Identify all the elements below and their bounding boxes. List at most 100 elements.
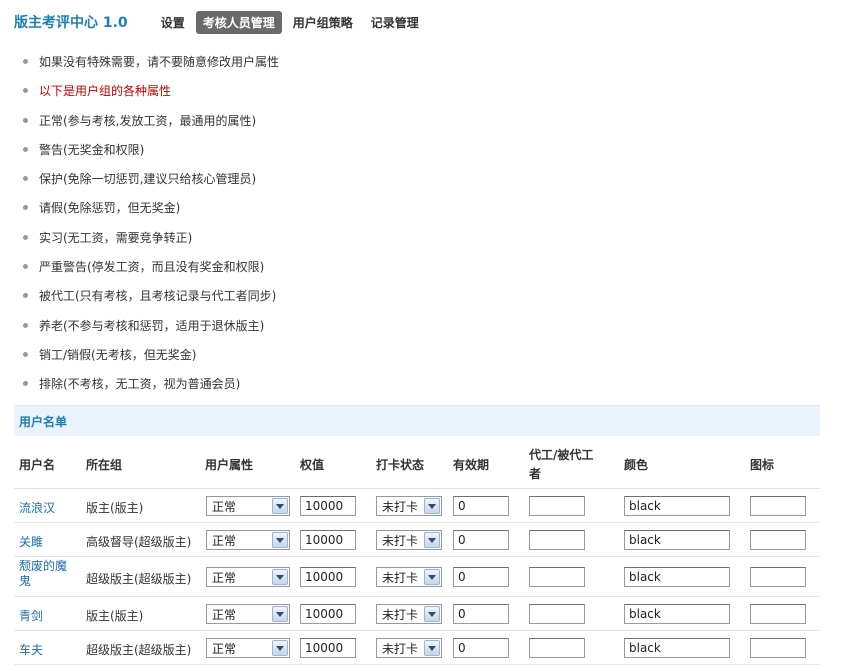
chevron-down-icon: [272, 606, 288, 622]
col-weight: 权值: [300, 458, 325, 472]
icon-input[interactable]: [750, 604, 806, 624]
weight-input[interactable]: 10000: [300, 567, 356, 587]
validity-input[interactable]: 0: [453, 604, 509, 624]
attribute-select[interactable]: 正常: [206, 604, 290, 624]
col-validity: 有效期: [453, 458, 490, 472]
attribute-value: 正常: [212, 533, 237, 548]
username-link[interactable]: 关雎: [19, 533, 43, 550]
nav-member-management[interactable]: 考核人员管理: [195, 10, 282, 34]
username-link[interactable]: 流浪汉: [19, 499, 55, 516]
group-name: 超级版主(超级版主): [86, 572, 192, 586]
bullet-icon: [23, 234, 28, 240]
checkin-select[interactable]: 未打卡: [376, 530, 442, 550]
note-item: 排除(不考核，无工资，视为普通会员): [23, 375, 279, 404]
note-item: 如果没有特殊需要，请不要随意修改用户属性: [23, 53, 279, 82]
attribute-value: 正常: [212, 607, 237, 622]
user-list-section-header: 用户名单: [14, 405, 820, 436]
note-item: 正常(参与考核,发放工资，最通用的属性): [23, 112, 279, 141]
checkin-select[interactable]: 未打卡: [376, 567, 442, 587]
bullet-icon: [23, 59, 28, 64]
icon-input[interactable]: [750, 530, 806, 550]
checkin-value: 未打卡: [382, 570, 419, 585]
substitute-input[interactable]: [529, 530, 585, 550]
col-color: 颜色: [624, 458, 649, 472]
attribute-select[interactable]: 正常: [206, 567, 290, 587]
checkin-value: 未打卡: [382, 533, 419, 548]
notes-list: 如果没有特殊需要，请不要随意修改用户属性 以下是用户组的各种属性 正常(参与考核…: [23, 53, 279, 405]
note-item: 销工/销假(无考核，但无奖金): [23, 346, 279, 375]
group-name: 版主(版主): [86, 609, 144, 623]
weight-input[interactable]: 10000: [300, 530, 356, 550]
weight-input[interactable]: 10000: [300, 496, 356, 516]
validity-input[interactable]: 0: [453, 530, 509, 550]
col-substitute-wrap: 者: [529, 467, 542, 481]
chevron-down-icon: [424, 532, 440, 548]
attribute-select[interactable]: 正常: [206, 530, 290, 550]
col-checkin: 打卡状态: [376, 458, 425, 472]
color-input[interactable]: black: [624, 604, 730, 624]
col-group: 所在组: [86, 458, 123, 472]
note-item: 请假(免除惩罚，但无奖金): [23, 199, 279, 228]
nav-settings[interactable]: 设置: [154, 11, 192, 34]
color-input[interactable]: black: [624, 496, 730, 516]
icon-input[interactable]: [750, 496, 806, 516]
chevron-down-icon: [424, 569, 440, 585]
attribute-select[interactable]: 正常: [206, 638, 290, 658]
checkin-value: 未打卡: [382, 607, 419, 622]
substitute-input[interactable]: [529, 638, 585, 658]
table-row: 关雎 高级督导(超级版主) 正常 10000 未打卡 0 black: [14, 523, 820, 557]
chevron-down-icon: [272, 640, 288, 656]
note-item: 被代工(只有考核，且考核记录与代工者同步): [23, 287, 279, 316]
validity-input[interactable]: 0: [453, 567, 509, 587]
nav-group-policy[interactable]: 用户组策略: [286, 11, 360, 34]
col-substitute: 代工/被代工: [529, 448, 594, 462]
table-row: 青剑 版主(版主) 正常 10000 未打卡 0 black: [14, 597, 820, 631]
icon-input[interactable]: [750, 567, 806, 587]
note-item: 严重警告(停发工资，而且没有奖金和权限): [23, 258, 279, 287]
col-username: 用户名: [19, 458, 56, 472]
chevron-down-icon: [272, 498, 288, 514]
weight-input[interactable]: 10000: [300, 638, 356, 658]
checkin-value: 未打卡: [382, 641, 419, 656]
validity-input[interactable]: 0: [453, 496, 509, 516]
attribute-select[interactable]: 正常: [206, 496, 290, 516]
validity-input[interactable]: 0: [453, 638, 509, 658]
checkin-value: 未打卡: [382, 499, 419, 514]
col-icon: 图标: [750, 458, 775, 472]
attribute-value: 正常: [212, 570, 237, 585]
color-input[interactable]: black: [624, 638, 730, 658]
note-item-highlight: 以下是用户组的各种属性: [23, 82, 279, 111]
note-item: 保护(免除一切惩罚,建议只给核心管理员): [23, 170, 279, 199]
note-item: 实习(无工资，需要竞争转正): [23, 229, 279, 258]
attribute-value: 正常: [212, 499, 237, 514]
group-name: 版主(版主): [86, 501, 144, 515]
table-header: 用户名 所在组 用户属性 权值 打卡状态 有效期 代工/被代工 者 颜色 图标: [14, 436, 820, 489]
username-link[interactable]: 青剑: [19, 607, 43, 624]
chevron-down-icon: [424, 498, 440, 514]
weight-input[interactable]: 10000: [300, 604, 356, 624]
group-name: 高级督导(超级版主): [86, 535, 192, 549]
icon-input[interactable]: [750, 638, 806, 658]
color-input[interactable]: black: [624, 567, 730, 587]
substitute-input[interactable]: [529, 604, 585, 624]
chevron-down-icon: [272, 532, 288, 548]
bullet-icon: [23, 176, 28, 182]
username-link[interactable]: 车夫: [19, 641, 43, 658]
color-input[interactable]: black: [624, 530, 730, 550]
checkin-select[interactable]: 未打卡: [376, 496, 442, 516]
nav-record-management[interactable]: 记录管理: [364, 11, 426, 34]
bullet-icon: [23, 264, 28, 270]
bullet-icon: [23, 146, 28, 152]
substitute-input[interactable]: [529, 496, 585, 516]
group-name: 超级版主(超级版主): [86, 643, 192, 657]
username-link[interactable]: 颓废的魔鬼: [19, 559, 73, 589]
table-row: 车夫 超级版主(超级版主) 正常 10000 未打卡 0 black: [14, 631, 820, 665]
chevron-down-icon: [424, 606, 440, 622]
checkin-select[interactable]: 未打卡: [376, 638, 442, 658]
chevron-down-icon: [424, 640, 440, 656]
attribute-value: 正常: [212, 641, 237, 656]
substitute-input[interactable]: [529, 567, 585, 587]
checkin-select[interactable]: 未打卡: [376, 604, 442, 624]
bullet-icon: [23, 117, 28, 123]
bullet-icon: [23, 351, 28, 357]
